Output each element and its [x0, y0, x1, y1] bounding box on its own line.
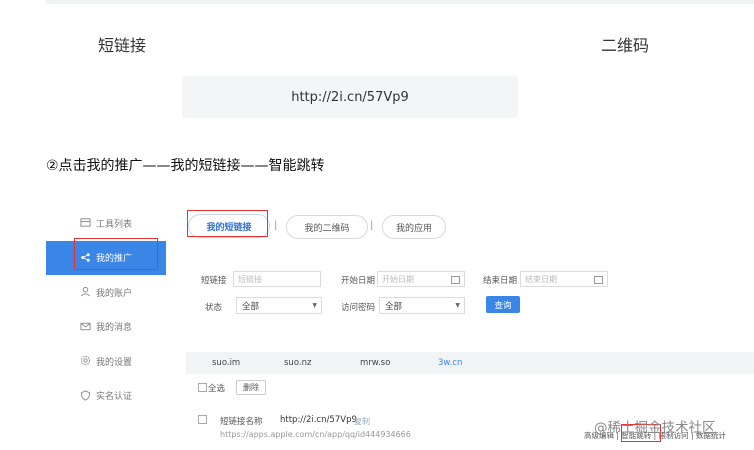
tab-separator: |	[274, 220, 278, 231]
domain-tab-3w-cn[interactable]: 3w.cn	[438, 358, 462, 368]
row-name-label: 短链接名称	[220, 417, 263, 427]
highlight-box-promotion	[74, 238, 158, 270]
qrcode-heading: 二维码	[601, 36, 650, 55]
start-date-label: 开始日期	[341, 276, 376, 286]
short-link-input[interactable]: 短链接	[233, 271, 321, 287]
gear-icon	[80, 355, 91, 366]
watermark: @稀土掘金技术社区	[594, 420, 716, 436]
short-url-text: http://2i.cn/57Vp9	[291, 89, 409, 105]
sidebar-item-label: 我的消息	[96, 323, 133, 334]
status-value: 全部	[242, 301, 260, 312]
short-link-heading: 短链接	[98, 36, 147, 55]
short-url-display: http://2i.cn/57Vp9	[182, 76, 518, 118]
end-date-label: 结束日期	[483, 276, 518, 286]
password-select[interactable]: 全部 ▼	[379, 297, 465, 314]
select-all-checkbox[interactable]	[198, 383, 207, 392]
row-long-url: https://apps.apple.com/cn/app/qq/id44493…	[220, 430, 411, 439]
end-date-placeholder: 结束日期	[525, 274, 557, 284]
embedded-screenshot: 工具列表 我的推广 我的账户 我的消息 我的设置 实名认证 我的短链接 | 我的…	[46, 196, 754, 450]
shield-icon	[80, 389, 91, 401]
sidebar-item-messages[interactable]: 我的消息	[46, 310, 166, 345]
sidebar-item-tools[interactable]: 工具列表	[46, 206, 166, 241]
user-icon	[81, 286, 90, 297]
caret-down-icon: ▼	[312, 302, 317, 309]
sidebar-item-label: 实名认证	[96, 392, 133, 403]
status-label: 状态	[205, 303, 223, 313]
sidebar-item-label: 我的账户	[96, 288, 133, 299]
copy-link[interactable]: 复制	[354, 416, 370, 427]
mail-icon	[80, 322, 91, 330]
password-value: 全部	[385, 301, 403, 312]
tab-my-apps[interactable]: 我的应用	[382, 215, 446, 239]
tab-label: 我的应用	[395, 223, 432, 234]
calendar-icon	[594, 276, 603, 284]
short-link-placeholder: 短链接	[238, 274, 262, 284]
top-divider	[46, 0, 754, 4]
sidebar-item-settings[interactable]: 我的设置	[46, 344, 166, 379]
status-select[interactable]: 全部 ▼	[236, 297, 322, 314]
query-button[interactable]: 查询	[486, 296, 520, 313]
tab-label: 我的二维码	[304, 223, 350, 234]
domain-tabs: suo.im suo.nz mrw.so 3w.cn	[186, 352, 754, 374]
delete-button[interactable]: 删除	[236, 380, 266, 395]
domain-tab-mrw-so[interactable]: mrw.so	[360, 358, 390, 368]
sidebar-item-account[interactable]: 我的账户	[46, 275, 166, 310]
grid-icon	[80, 218, 91, 227]
sidebar-item-label: 我的设置	[96, 357, 133, 368]
row-checkbox[interactable]	[198, 415, 207, 424]
row-short-url[interactable]: http://2i.cn/57Vp9	[280, 415, 357, 425]
sidebar-item-verification[interactable]: 实名认证	[46, 379, 166, 414]
short-link-label: 短链接	[201, 276, 227, 286]
tab-separator: |	[370, 220, 374, 231]
highlight-box-short-links-tab	[187, 210, 268, 237]
query-button-label: 查询	[494, 300, 512, 311]
calendar-icon	[451, 276, 460, 284]
end-date-input[interactable]: 结束日期	[520, 271, 608, 287]
domain-tab-suo-nz[interactable]: suo.nz	[284, 358, 311, 368]
select-all-label: 全选	[208, 384, 226, 394]
sidebar-item-label: 工具列表	[96, 219, 133, 230]
tab-my-qrcodes[interactable]: 我的二维码	[286, 215, 368, 239]
start-date-input[interactable]: 开始日期	[377, 271, 465, 287]
password-label: 访问密码	[341, 303, 376, 313]
start-date-placeholder: 开始日期	[382, 274, 414, 284]
caret-down-icon: ▼	[455, 302, 460, 309]
delete-button-label: 删除	[243, 383, 259, 392]
step-instruction: ②点击我的推广——我的短链接——智能跳转	[46, 158, 325, 174]
domain-tab-suo-im[interactable]: suo.im	[212, 358, 240, 368]
